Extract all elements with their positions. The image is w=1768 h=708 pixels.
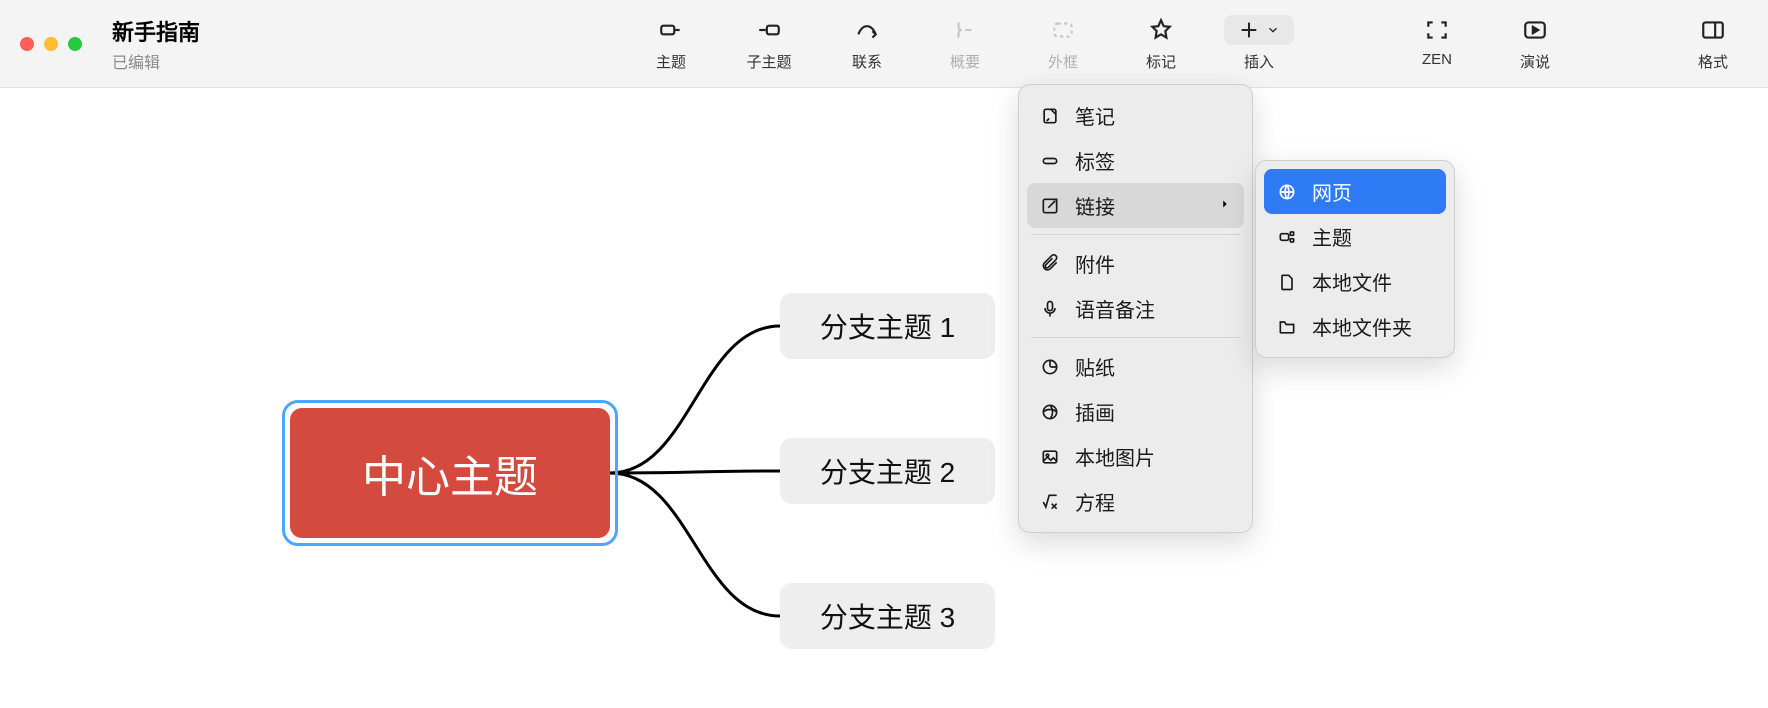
summary-icon	[952, 15, 978, 45]
subtopic-icon	[756, 15, 782, 45]
file-icon	[1276, 271, 1298, 293]
insert-illustration-label: 插画	[1075, 397, 1115, 426]
present-button[interactable]: 演说	[1500, 15, 1570, 72]
central-topic[interactable]: 中心主题	[290, 408, 610, 538]
insert-attachment-label: 附件	[1075, 249, 1115, 278]
label-icon	[1039, 150, 1061, 172]
star-icon	[1148, 15, 1174, 45]
topic-label: 主题	[656, 51, 686, 72]
plus-icon	[1238, 19, 1260, 41]
boundary-label: 外框	[1048, 51, 1078, 72]
document-status: 已编辑	[112, 49, 200, 73]
topic-link-icon	[1276, 226, 1298, 248]
globe-icon	[1276, 181, 1298, 203]
paperclip-icon	[1039, 253, 1061, 275]
insert-menu: 笔记 标签 链接 附件 语音备注 贴纸 插画 本地图片 方程	[1018, 84, 1253, 533]
insert-image-label: 本地图片	[1075, 442, 1155, 471]
present-label: 演说	[1520, 51, 1550, 72]
topic-icon	[658, 15, 684, 45]
insert-illustration-item[interactable]: 插画	[1027, 389, 1244, 434]
document-title-block: 新手指南 已编辑	[112, 15, 200, 73]
link-topic-item[interactable]: 主题	[1264, 214, 1446, 259]
insert-note-item[interactable]: 笔记	[1027, 93, 1244, 138]
subtopic-label: 子主题	[746, 51, 791, 72]
insert-audio-item[interactable]: 语音备注	[1027, 286, 1244, 331]
image-icon	[1039, 446, 1061, 468]
titlebar: 新手指南 已编辑 主题 子主题 联系 概要	[0, 0, 1768, 88]
insert-label-item[interactable]: 标签	[1027, 138, 1244, 183]
illustration-icon	[1039, 401, 1061, 423]
summary-button: 概要	[930, 15, 1000, 72]
sticker-icon	[1039, 356, 1061, 378]
link-web-item[interactable]: 网页	[1264, 169, 1446, 214]
insert-label: 插入	[1244, 51, 1274, 72]
close-window-button[interactable]	[20, 37, 34, 51]
branch-topic-2-text: 分支主题 2	[820, 451, 955, 491]
panel-icon	[1700, 15, 1726, 45]
insert-equation-item[interactable]: 方程	[1027, 479, 1244, 524]
topic-button[interactable]: 主题	[636, 15, 706, 72]
link-icon	[1039, 195, 1061, 217]
link-folder-item[interactable]: 本地文件夹	[1264, 304, 1446, 349]
maximize-window-button[interactable]	[68, 37, 82, 51]
link-topic-label: 主题	[1312, 222, 1352, 251]
insert-note-label: 笔记	[1075, 101, 1115, 130]
menu-separator	[1031, 234, 1240, 235]
central-topic-text: 中心主题	[362, 441, 538, 505]
relation-button[interactable]: 联系	[832, 15, 902, 72]
branch-topic-2[interactable]: 分支主题 2	[780, 438, 995, 504]
branch-topic-3-text: 分支主题 3	[820, 596, 955, 636]
mic-icon	[1039, 298, 1061, 320]
insert-image-item[interactable]: 本地图片	[1027, 434, 1244, 479]
minimize-window-button[interactable]	[44, 37, 58, 51]
insert-button[interactable]: 插入	[1224, 15, 1294, 72]
main-toolbar: 主题 子主题 联系 概要 外框	[636, 15, 1748, 72]
link-file-item[interactable]: 本地文件	[1264, 259, 1446, 304]
insert-equation-label: 方程	[1075, 487, 1115, 516]
insert-sticker-item[interactable]: 贴纸	[1027, 344, 1244, 389]
link-folder-label: 本地文件夹	[1312, 312, 1412, 341]
boundary-icon	[1050, 15, 1076, 45]
folder-icon	[1276, 316, 1298, 338]
boundary-button: 外框	[1028, 15, 1098, 72]
branch-topic-1[interactable]: 分支主题 1	[780, 293, 995, 359]
insert-attachment-item[interactable]: 附件	[1027, 241, 1244, 286]
zen-button[interactable]: ZEN	[1402, 15, 1472, 72]
menu-separator	[1031, 337, 1240, 338]
relation-icon	[854, 15, 880, 45]
document-title: 新手指南	[112, 15, 200, 47]
window-controls	[20, 37, 82, 51]
format-label: 格式	[1698, 51, 1728, 72]
insert-audio-label: 语音备注	[1075, 294, 1155, 323]
zen-label: ZEN	[1422, 51, 1452, 68]
equation-icon	[1039, 491, 1061, 513]
branch-topic-1-text: 分支主题 1	[820, 306, 955, 346]
chevron-down-icon	[1266, 23, 1280, 37]
marker-label: 标记	[1146, 51, 1176, 72]
play-icon	[1522, 15, 1548, 45]
insert-label-label: 标签	[1075, 146, 1115, 175]
relation-label: 联系	[852, 51, 882, 72]
chevron-right-icon	[1218, 194, 1232, 217]
branch-topic-3[interactable]: 分支主题 3	[780, 583, 995, 649]
summary-label: 概要	[950, 51, 980, 72]
insert-link-label: 链接	[1075, 191, 1115, 220]
mindmap-canvas[interactable]: 中心主题 分支主题 1 分支主题 2 分支主题 3	[0, 88, 1768, 708]
link-file-label: 本地文件	[1312, 267, 1392, 296]
link-submenu: 网页 主题 本地文件 本地文件夹	[1255, 160, 1455, 358]
note-icon	[1039, 105, 1061, 127]
marker-button[interactable]: 标记	[1126, 15, 1196, 72]
insert-sticker-label: 贴纸	[1075, 352, 1115, 381]
subtopic-button[interactable]: 子主题	[734, 15, 804, 72]
link-web-label: 网页	[1312, 177, 1352, 206]
format-button[interactable]: 格式	[1678, 15, 1748, 72]
insert-link-item[interactable]: 链接	[1027, 183, 1244, 228]
fullscreen-icon	[1424, 15, 1450, 45]
